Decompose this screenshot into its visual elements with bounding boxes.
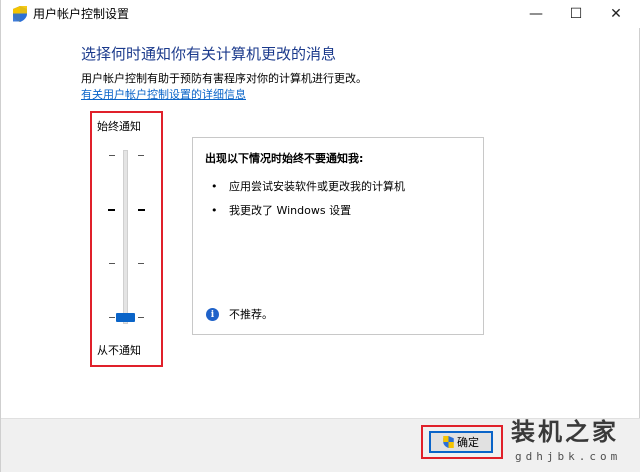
slider-bottom-label: 从不通知 [97,344,141,357]
uac-shield-icon [443,436,454,448]
slider-tick [109,263,115,264]
watermark-url: gdhjbk.com [515,450,622,463]
info-icon: i [206,308,219,321]
slider-tick [138,263,144,264]
panel-bullet-item: 我更改了 Windows 设置 [229,204,352,217]
ok-button[interactable]: 确定 [429,431,493,453]
minimize-icon: — [529,6,543,22]
uac-shield-icon [13,6,27,22]
close-button[interactable]: ✕ [593,0,639,28]
title-bar[interactable]: 用户帐户控制设置 — ☐ ✕ [1,0,640,28]
slider-tick [138,155,144,156]
more-info-link[interactable]: 有关用户帐户控制设置的详细信息 [81,88,246,102]
window-title: 用户帐户控制设置 [33,7,130,21]
ok-button-label: 确定 [457,436,479,449]
slider-tick [109,155,115,156]
watermark-logo: 装机之家 [511,417,619,446]
panel-note: 不推荐。 [229,308,273,321]
slider-thumb[interactable] [116,313,135,322]
slider-top-label: 始终通知 [97,120,141,133]
close-icon: ✕ [610,6,622,22]
slider-track[interactable] [123,150,128,324]
uac-settings-window: 用户帐户控制设置 — ☐ ✕ 选择何时通知你有关计算机更改的消息 用户帐户控制有… [0,0,640,472]
panel-bullet-item: 应用尝试安装软件或更改我的计算机 [229,180,405,193]
description-panel [192,137,484,335]
page-description: 用户帐户控制有助于预防有害程序对你的计算机进行更改。 [81,72,367,85]
slider-tick [108,209,115,211]
slider-tick [138,317,144,318]
page-heading: 选择何时通知你有关计算机更改的消息 [81,45,337,63]
bullet-icon: • [211,204,218,217]
slider-tick [138,209,145,211]
maximize-icon: ☐ [569,6,583,22]
bullet-icon: • [211,180,218,193]
panel-title: 出现以下情况时始终不要通知我: [205,152,364,165]
slider-tick [109,317,115,318]
